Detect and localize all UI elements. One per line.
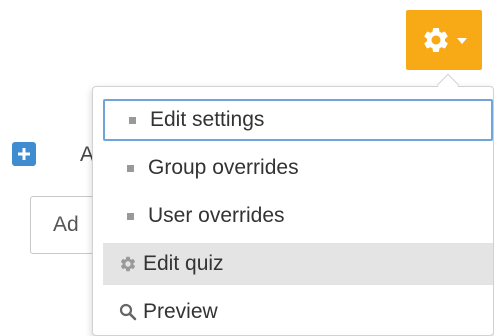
actions-menu-button[interactable] — [406, 10, 482, 70]
menu-item-label: Group overrides — [148, 156, 299, 179]
menu-item-label: Edit settings — [150, 108, 265, 131]
plus-square-icon[interactable] — [12, 142, 36, 166]
search-icon — [119, 303, 137, 321]
add-field-text: Ad — [53, 213, 79, 236]
plus-icon — [18, 148, 30, 160]
menu-item-group-overrides[interactable]: Group overrides — [103, 147, 493, 189]
bullet-icon — [127, 164, 134, 172]
caret-down-icon — [457, 38, 467, 44]
menu-item-edit-settings[interactable]: Edit settings — [103, 99, 493, 141]
menu-item-label: Edit quiz — [143, 252, 224, 275]
menu-item-preview[interactable]: Preview — [103, 291, 493, 333]
menu-item-user-overrides[interactable]: User overrides — [103, 195, 493, 237]
actions-dropdown-menu: Edit settings Group overrides User overr… — [92, 86, 494, 336]
menu-item-label: Preview — [143, 300, 218, 323]
bullet-icon — [129, 116, 136, 124]
bullet-icon — [127, 212, 134, 220]
gear-icon — [120, 256, 136, 272]
gear-icon — [424, 28, 448, 52]
menu-item-label: User overrides — [148, 204, 285, 227]
menu-item-edit-quiz[interactable]: Edit quiz — [103, 243, 493, 285]
